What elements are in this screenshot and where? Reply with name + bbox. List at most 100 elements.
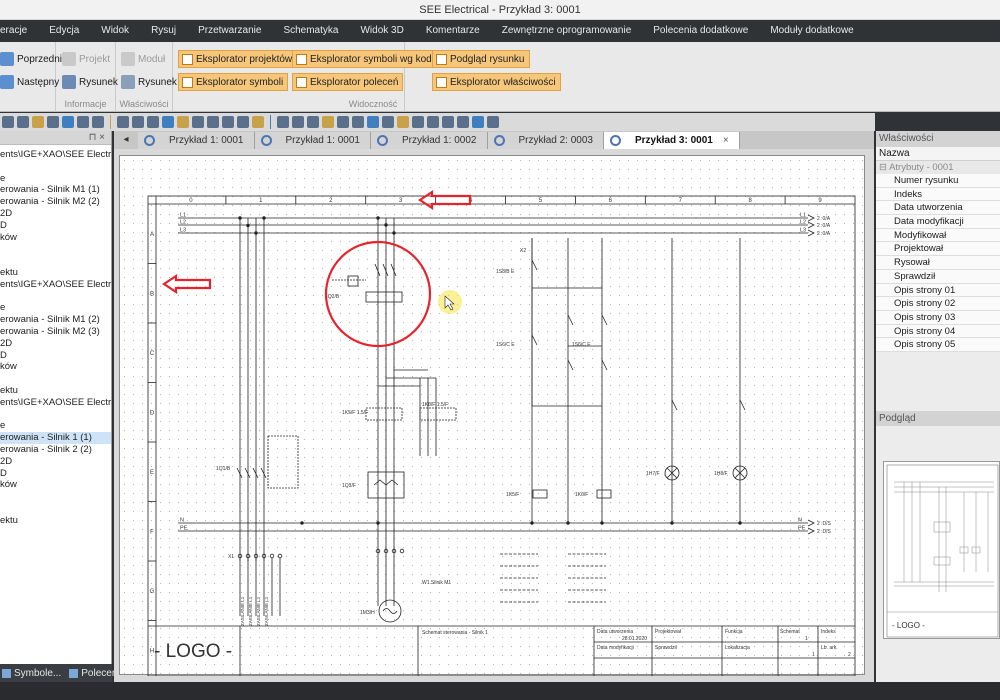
tree-item[interactable]: ków — [0, 361, 111, 373]
tree-item[interactable]: e — [0, 420, 111, 432]
tab-document[interactable]: Przykład 1: 0002 — [371, 132, 488, 149]
toolbar-tool-icon[interactable] — [117, 116, 129, 128]
tree-item[interactable]: ektu — [0, 385, 111, 397]
project-explorer-button[interactable]: Eksplorator projektów — [178, 50, 298, 68]
drawing-preview[interactable]: - LOGO - — [883, 461, 1000, 639]
module-properties-button[interactable]: Moduł — [121, 50, 165, 68]
toolbar-tool-icon[interactable] — [397, 116, 409, 128]
property-row[interactable]: Numer rysunku — [876, 174, 1000, 188]
property-row[interactable]: Opis strony 05 — [876, 338, 1000, 352]
tree-item[interactable] — [0, 255, 111, 267]
tree-item[interactable]: erowania - Silnik M2 (3) — [0, 326, 111, 338]
tree-item[interactable]: D — [0, 468, 111, 480]
toolbar-tool-icon[interactable] — [132, 116, 144, 128]
toolbar-tool-icon[interactable] — [412, 116, 424, 128]
tree-item[interactable]: erowania - Silnik M2 (2) — [0, 196, 111, 208]
toolbar-tool-icon[interactable] — [17, 116, 29, 128]
toolbar-tool-icon[interactable] — [177, 116, 189, 128]
tree-item[interactable]: ektu — [0, 515, 111, 527]
toolbar-tool-icon[interactable] — [457, 116, 469, 128]
menu-item[interactable]: Rysuj — [140, 20, 187, 42]
symbol-explorer-button[interactable]: Eksplorator symboli — [178, 73, 289, 91]
toolbar-tool-icon[interactable] — [427, 116, 439, 128]
drawing-preview-button[interactable]: Podgląd rysunku — [432, 50, 530, 68]
tab-document[interactable]: Przykład 1: 0001 — [254, 132, 371, 149]
schematic-sheet[interactable]: 0 1 2 3 4 5 6 7 8 9 A B C D E F G H L1 L1 2 :0/A L2 L2 2 :0/A L3… — [119, 155, 866, 676]
schematic-drawing[interactable]: 0 1 2 3 4 5 6 7 8 9ABCDEFGHL1 L12 :0/AL2 L22 :0/AL3… — [120, 156, 866, 676]
symbol-code-explorer-button[interactable]: Eksplorator symboli wg kodu — [292, 50, 443, 68]
drawing-info-button[interactable]: Rysunek — [62, 73, 118, 91]
tree-item[interactable]: e — [0, 173, 111, 185]
tree-item[interactable]: erowania - Silnik 1 (1) — [0, 432, 111, 444]
toolbar-tool-icon[interactable] — [92, 116, 104, 128]
toolbar-tool-icon[interactable] — [352, 116, 364, 128]
property-row[interactable]: Data modyfikacji — [876, 215, 1000, 229]
property-row[interactable]: Opis strony 01 — [876, 283, 1000, 298]
tabs-scroll-left-icon[interactable]: ◂ — [114, 131, 138, 149]
tree-item[interactable] — [0, 373, 111, 385]
property-row[interactable]: Sprawdził — [876, 269, 1000, 284]
toolbar-tool-icon[interactable] — [292, 116, 304, 128]
toolbar-tool-icon[interactable] — [277, 116, 289, 128]
tree-item[interactable]: ents\IGE+XAO\SEE Electrical\ — [0, 149, 111, 161]
project-info-button[interactable]: Projekt — [62, 50, 110, 68]
menu-item[interactable]: Polecenia dodatkowe — [642, 20, 759, 42]
menu-item[interactable]: Komentarze — [415, 20, 491, 42]
command-explorer-button[interactable]: Eksplorator poleceń — [292, 73, 404, 91]
toolbar-tool-icon[interactable] — [47, 116, 59, 128]
toolbar-tool-icon[interactable] — [382, 116, 394, 128]
drawing-area[interactable]: 0 1 2 3 4 5 6 7 8 9 A B C D E F G H L1 L1 2 :0/A L2 L2 2 :0/A L3… — [114, 149, 874, 682]
tree-item[interactable]: ków — [0, 232, 111, 244]
property-row[interactable]: Opis strony 04 — [876, 324, 1000, 339]
menu-item[interactable]: Widok 3D — [349, 20, 414, 42]
menu-item[interactable]: Zewnętrzne oprogramowanie — [491, 20, 643, 42]
tree-item[interactable]: 2D — [0, 338, 111, 350]
tab-document[interactable]: Przykład 1: 0001 — [138, 132, 255, 149]
toolbar-tool-icon[interactable] — [237, 116, 249, 128]
tree-item[interactable] — [0, 409, 111, 421]
tree-item[interactable]: e — [0, 302, 111, 314]
menu-item[interactable]: Moduły dodatkowe — [759, 20, 864, 42]
toolbar-tool-icon[interactable] — [147, 116, 159, 128]
properties-group[interactable]: ⊟ Atrybuty - 0001 — [876, 161, 1000, 174]
menu-item[interactable]: Edycja — [38, 20, 90, 42]
tree-item[interactable] — [0, 291, 111, 303]
drawing-properties-button[interactable]: Rysunek — [121, 73, 177, 91]
toolbar-tool-icon[interactable] — [307, 116, 319, 128]
tree-item[interactable]: 2D — [0, 456, 111, 468]
tree-item[interactable]: erowania - Silnik 2 (2) — [0, 444, 111, 456]
previous-button[interactable]: Poprzedni — [0, 50, 62, 68]
menu-item[interactable]: Schematyka — [272, 20, 349, 42]
tree-item[interactable]: ków — [0, 479, 111, 491]
property-row[interactable]: Rysował — [876, 256, 1000, 270]
pin-close-icon[interactable]: ⊓ × — [89, 132, 105, 143]
tree-item[interactable] — [0, 491, 111, 503]
tab-symbols[interactable]: Symbole... — [2, 668, 61, 679]
toolbar-tool-icon[interactable] — [77, 116, 89, 128]
toolbar-tool-icon[interactable] — [487, 116, 499, 128]
toolbar-tool-icon[interactable] — [222, 116, 234, 128]
tree-item[interactable]: ents\IGE+XAO\SEE Electrical\ — [0, 397, 111, 409]
tree-item[interactable]: ektu — [0, 267, 111, 279]
property-row[interactable]: Opis strony 02 — [876, 297, 1000, 311]
next-button[interactable]: Następny — [0, 73, 59, 91]
tree-item[interactable]: erowania - Silnik M1 (2) — [0, 314, 111, 326]
toolbar-tool-icon[interactable] — [2, 116, 14, 128]
property-row[interactable]: Modyfikował — [876, 228, 1000, 243]
menu-item[interactable]: eracje — [0, 20, 38, 42]
toolbar-tool-icon[interactable] — [367, 116, 379, 128]
toolbar-tool-icon[interactable] — [252, 116, 264, 128]
close-icon[interactable]: × — [723, 135, 729, 146]
toolbar-tool-icon[interactable] — [32, 116, 44, 128]
tab-document[interactable]: Przykład 3: 0001 × — [604, 132, 740, 149]
tree-item[interactable] — [0, 503, 111, 515]
toolbar-tool-icon[interactable] — [62, 116, 74, 128]
tree-item[interactable]: D — [0, 220, 111, 232]
tab-document[interactable]: Przykład 2: 0003 — [487, 132, 604, 149]
tree-item[interactable]: 2D — [0, 208, 111, 220]
property-row[interactable]: Data utworzenia — [876, 201, 1000, 216]
properties-explorer-button[interactable]: Eksplorator właściwości — [432, 73, 561, 91]
menu-item[interactable]: Widok — [90, 20, 140, 42]
tree-item[interactable]: erowania - Silnik M1 (1) — [0, 184, 111, 196]
tree-item[interactable]: ents\IGE+XAO\SEE Electrical\ — [0, 279, 111, 291]
